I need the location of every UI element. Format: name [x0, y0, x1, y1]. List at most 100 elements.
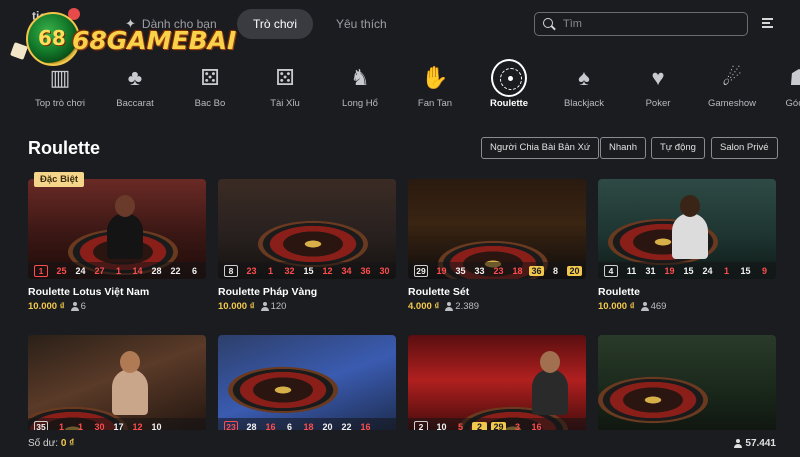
result-number: 32	[284, 265, 295, 276]
result-number: 4	[604, 264, 618, 277]
category-4[interactable]: ♞ Long Hổ	[323, 56, 397, 109]
result-number: 1	[34, 264, 48, 277]
game-meta: 10.000 ₫ 469	[598, 301, 776, 312]
result-number: 28	[151, 265, 162, 276]
game-card[interactable]: 2 10 5 2 29 3 16	[408, 335, 586, 435]
search-input[interactable]	[563, 18, 733, 30]
site-logo[interactable]: tion 68GAMEBAI	[10, 6, 240, 76]
game-card[interactable]: 1 25 24 27 1 14 28 22 6 Đặc Biệt Roulette Lotus Vi…	[28, 172, 206, 312]
result-number: 36	[360, 265, 371, 276]
result-number: 31	[645, 265, 656, 276]
bottom-bar: Số dư: 0 ₫ 57.441	[0, 430, 800, 457]
corner-icon: ☗	[789, 65, 800, 90]
game-thumbnail[interactable]: 8 23 1 32 15 12 34 36 30	[218, 179, 396, 279]
category-9[interactable]: ☄ Gameshow	[695, 56, 769, 109]
result-number: 1	[115, 265, 121, 276]
result-number: 1	[723, 265, 729, 276]
search-box[interactable]	[534, 12, 748, 36]
online-count: 57.441	[745, 438, 776, 449]
dealer-image	[672, 195, 708, 259]
dice-icon: ⚄	[275, 65, 295, 90]
game-thumbnail[interactable]	[598, 335, 776, 435]
game-card[interactable]: 4 11 31 19 15 24 1 15 9 Roulette 10.000 ₫ 469	[598, 179, 776, 312]
player-count-value: 6	[80, 301, 86, 312]
category-6[interactable]: Roulette	[472, 56, 546, 109]
user-icon	[445, 302, 454, 311]
result-number: 35	[455, 265, 466, 276]
filter-auto[interactable]: Tự động	[651, 137, 705, 159]
game-thumbnail[interactable]: 29 19 35 33 23 18 36 8 20	[408, 179, 586, 279]
result-number: 19	[436, 265, 447, 276]
category-label: Poker	[645, 98, 671, 109]
category-label: Bac Bo	[194, 98, 226, 109]
result-number: 36	[529, 265, 544, 276]
user-icon	[734, 439, 743, 448]
user-icon	[640, 302, 649, 311]
roulette-wheel-image	[228, 366, 338, 414]
roulette-icon	[491, 59, 527, 97]
player-count: 469	[640, 301, 667, 312]
result-number: 30	[379, 265, 390, 276]
result-number: 15	[740, 265, 751, 276]
game-title[interactable]: Roulette Lotus Việt Nam	[28, 286, 206, 298]
game-card[interactable]	[598, 335, 776, 435]
category-label: Roulette	[490, 98, 528, 109]
player-count-value: 469	[650, 301, 667, 312]
category-label: Tài Xỉu	[270, 98, 300, 109]
online-players: 57.441	[734, 438, 776, 449]
tab-games[interactable]: Trò chơi	[237, 9, 313, 39]
filter-salon-prive[interactable]: Salon Privé	[711, 137, 778, 159]
filter-fast[interactable]: Nhanh	[600, 137, 646, 159]
result-number: 9	[761, 265, 767, 276]
game-title[interactable]: Roulette	[598, 286, 776, 298]
player-count: 6	[70, 301, 86, 312]
recent-results: 4 11 31 19 15 24 1 15 9	[598, 262, 776, 279]
category-label: Top trò chơi	[34, 98, 86, 109]
tab-favorites[interactable]: Yêu thích	[336, 9, 387, 39]
roulette-wheel-image	[598, 376, 708, 424]
recent-results: 1 25 24 27 1 14 28 22 6	[28, 262, 206, 279]
card-icon	[10, 42, 28, 60]
recent-results: 8 23 1 32 15 12 34 36 30	[218, 262, 396, 279]
category-8[interactable]: ♥ Poker	[621, 56, 695, 109]
game-thumbnail[interactable]: 35 1 1 30 17 12 10	[28, 335, 206, 435]
category-3[interactable]: ⚄ Tài Xỉu	[248, 56, 322, 109]
game-card[interactable]: 23 28 16 6 18 20 22 16	[218, 335, 396, 435]
result-number: 25	[56, 265, 67, 276]
game-thumbnail[interactable]: 1 25 24 27 1 14 28 22 6	[28, 179, 206, 279]
dealer-image	[107, 195, 143, 259]
microphone-icon: ☄	[722, 65, 742, 90]
menu-icon[interactable]	[762, 18, 773, 28]
min-bet: 10.000 ₫	[28, 301, 65, 312]
category-label: Fan Tan	[417, 98, 453, 109]
result-number: 15	[683, 265, 694, 276]
special-badge: Đặc Biệt	[34, 172, 85, 187]
cards-icon: ♠	[578, 65, 590, 90]
result-number: 29	[414, 264, 428, 277]
top-bar: tion 68GAMEBAI ✦ Dành cho bạn Trò chơi Y…	[0, 0, 800, 66]
category-7[interactable]: ♠ Blackjack	[547, 56, 621, 109]
player-count-value: 2.389	[455, 301, 480, 312]
game-card[interactable]: 35 1 1 30 17 12 10	[28, 335, 206, 435]
game-thumbnail[interactable]: 2 10 5 2 29 3 16	[408, 335, 586, 435]
category-label: Blackjack	[563, 98, 605, 109]
category-5[interactable]: ✋ Fan Tan	[398, 56, 472, 109]
balance-label: Số dư:	[28, 438, 59, 449]
dealer-image	[112, 351, 148, 415]
min-bet: 10.000 ₫	[218, 301, 255, 312]
result-number: 19	[664, 265, 675, 276]
game-title[interactable]: Roulette Sét	[408, 286, 586, 298]
game-scene-image	[598, 335, 776, 435]
game-card[interactable]: 29 19 35 33 23 18 36 8 20 Roulette Sét 4.000 ₫ 2.38…	[408, 179, 586, 312]
filter-native-dealer[interactable]: Người Chia Bài Bản Xứ	[481, 137, 600, 159]
game-thumbnail[interactable]: 23 28 16 6 18 20 22 16	[218, 335, 396, 435]
game-thumbnail[interactable]: 4 11 31 19 15 24 1 15 9	[598, 179, 776, 279]
player-count: 2.389	[445, 301, 479, 312]
search-icon	[543, 18, 555, 30]
category-10[interactable]: ☗ Góc N	[762, 56, 800, 109]
result-number: 22	[170, 265, 181, 276]
game-title[interactable]: Roulette Pháp Vàng	[218, 286, 396, 298]
game-card[interactable]: 8 23 1 32 15 12 34 36 30 Roulette Pháp Vàng 10.000…	[218, 179, 396, 312]
min-bet: 10.000 ₫	[598, 301, 635, 312]
roulette-wheel-image	[258, 220, 368, 268]
